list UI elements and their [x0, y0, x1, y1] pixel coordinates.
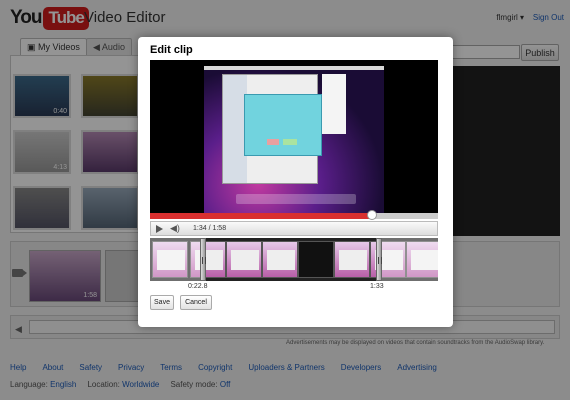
- menubar-graphic: [204, 66, 384, 70]
- edit-clip-dialog: Edit clip ◀) 1:34 / 1:58 0:22.8 1:33 Sav…: [138, 37, 453, 327]
- clip-video-player[interactable]: [150, 60, 438, 213]
- progress-fill: [150, 213, 372, 219]
- cancel-button[interactable]: Cancel: [180, 295, 212, 310]
- filmstrip-frame: [226, 241, 262, 278]
- filmstrip-frame: [298, 241, 334, 278]
- filmstrip-frame: [262, 241, 298, 278]
- ok-graphic: [283, 139, 297, 145]
- playback-progress-bar[interactable]: [150, 210, 438, 220]
- trim-start-handle[interactable]: [200, 238, 206, 281]
- time-display: 1:34 / 1:58: [193, 225, 227, 232]
- play-icon[interactable]: [156, 225, 163, 233]
- dialog-title: Edit clip: [150, 44, 193, 56]
- dock-graphic: [236, 194, 356, 204]
- trim-end-handle[interactable]: [376, 238, 382, 281]
- dialog-graphic: [244, 94, 322, 156]
- trimmed-region-end: [380, 238, 438, 281]
- trim-end-time: 1:33: [370, 283, 384, 290]
- panel-graphic: [322, 74, 346, 134]
- scrubber-handle[interactable]: [366, 210, 377, 220]
- video-frame: [204, 66, 384, 213]
- save-button[interactable]: Save: [150, 295, 174, 310]
- volume-icon[interactable]: ◀): [170, 223, 180, 234]
- filmstrip-frame: [334, 241, 370, 278]
- cancel-graphic: [267, 139, 279, 145]
- player-controls: ◀) 1:34 / 1:58: [150, 221, 438, 236]
- trim-start-time: 0:22.8: [188, 283, 208, 290]
- trimmed-region-start: [150, 238, 202, 281]
- trim-filmstrip[interactable]: [150, 238, 438, 281]
